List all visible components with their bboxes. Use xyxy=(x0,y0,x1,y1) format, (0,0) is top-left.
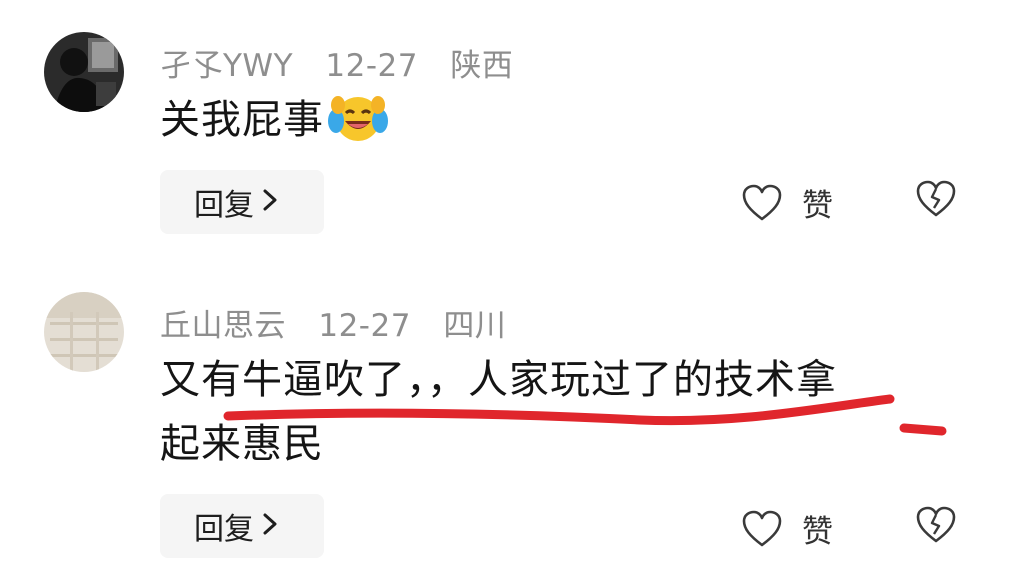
dislike-button[interactable] xyxy=(916,180,956,218)
comment-text: 关我屁事 xyxy=(160,88,960,152)
reply-button[interactable]: 回复 xyxy=(160,494,324,558)
heart-outline-icon xyxy=(742,184,782,222)
reply-button[interactable]: 回复 xyxy=(160,170,324,234)
avatar[interactable] xyxy=(44,32,124,112)
reply-label: 回复 xyxy=(194,188,254,223)
username[interactable]: 孑孓YWY xyxy=(160,48,293,84)
comment-date: 12-27 xyxy=(325,48,418,84)
broken-heart-icon xyxy=(916,506,956,544)
like-label: 赞 xyxy=(802,514,833,550)
like-label: 赞 xyxy=(802,188,833,224)
comment-text-content: 关我屁事 xyxy=(160,97,324,143)
avatar[interactable] xyxy=(44,292,124,372)
comment-date: 12-27 xyxy=(318,308,411,344)
reply-label: 回复 xyxy=(194,512,254,547)
comment-meta: 丘山思云 12-27 四川 xyxy=(160,300,528,345)
username[interactable]: 丘山思云 xyxy=(160,308,286,344)
like-button[interactable]: 赞 xyxy=(742,180,833,225)
comment-text-line: 起来惠民 xyxy=(160,421,324,467)
heart-outline-icon xyxy=(742,510,782,548)
comment-location: 陕西 xyxy=(450,48,514,84)
comment-text: 又有牛逼吹了，，人家玩过了的技术拿 起来惠民 xyxy=(160,348,960,476)
comment-item: 孑孓YWY 12-27 陕西 关我屁事 回复 赞 xyxy=(0,0,1020,260)
broken-heart-icon xyxy=(916,180,956,218)
chevron-right-icon xyxy=(262,185,278,220)
comment-item: 丘山思云 12-27 四川 又有牛逼吹了，，人家玩过了的技术拿 起来惠民 回复 … xyxy=(0,260,1020,571)
comment-location: 四川 xyxy=(443,308,507,344)
chevron-right-icon xyxy=(262,509,278,544)
comment-meta: 孑孓YWY 12-27 陕西 xyxy=(160,40,535,85)
laughing-crying-emoji-icon xyxy=(328,91,388,143)
dislike-button[interactable] xyxy=(916,506,956,544)
comment-text-line: 又有牛逼吹了，，人家玩过了的技术拿 xyxy=(160,357,837,403)
like-button[interactable]: 赞 xyxy=(742,506,833,551)
